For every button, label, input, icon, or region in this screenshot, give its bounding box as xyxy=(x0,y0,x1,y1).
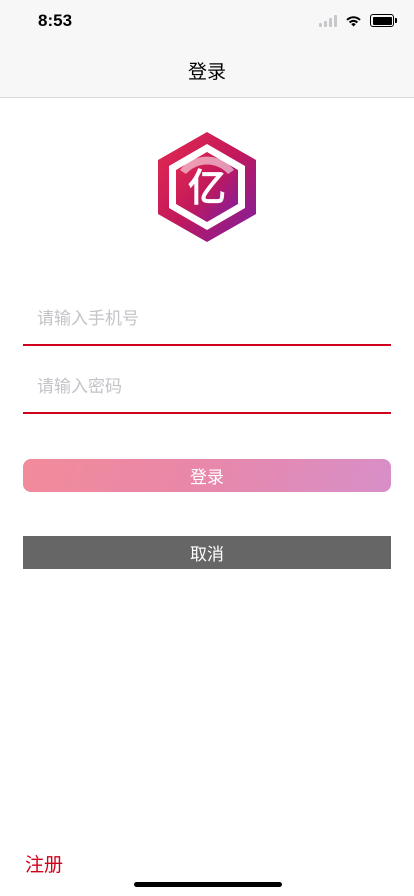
cancel-button-label: 取消 xyxy=(190,545,224,565)
wifi-icon xyxy=(346,15,361,26)
phone-field-container xyxy=(23,296,391,346)
status-time: 8:53 xyxy=(38,11,73,30)
logo-glyph: 亿 xyxy=(188,166,226,210)
signal-icon xyxy=(319,14,337,27)
nav-bar: 登录 xyxy=(0,44,414,98)
home-indicator xyxy=(134,882,282,887)
cancel-button[interactable]: 取消 xyxy=(23,536,391,569)
battery-icon xyxy=(370,14,397,27)
login-button[interactable]: 登录 xyxy=(23,459,391,492)
status-bar: 8:53 xyxy=(0,0,414,44)
password-input[interactable] xyxy=(35,370,379,404)
password-field-container xyxy=(23,364,391,414)
login-button-label: 登录 xyxy=(190,468,224,488)
status-icons xyxy=(319,14,397,27)
phone-input[interactable] xyxy=(35,302,379,336)
register-link[interactable]: 注册 xyxy=(25,850,63,877)
app-logo: 亿 xyxy=(158,132,256,242)
page-title: 登录 xyxy=(187,61,226,83)
